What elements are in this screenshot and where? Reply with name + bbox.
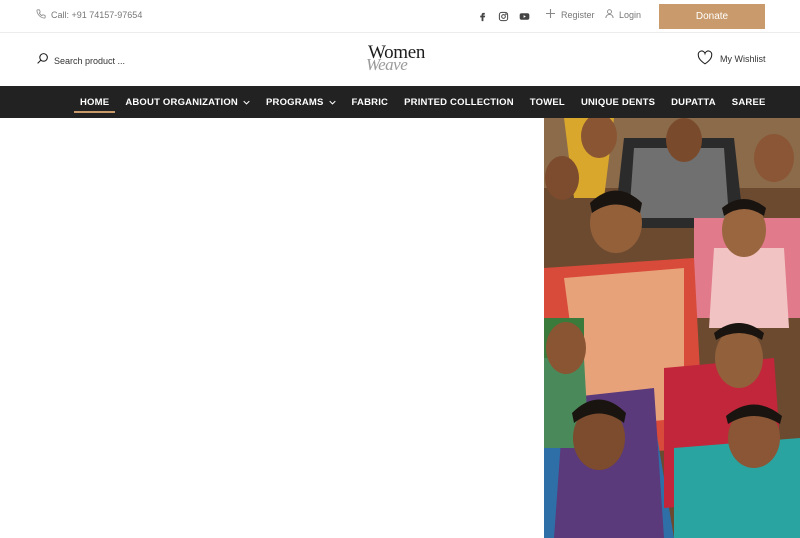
- nav-item-label: PRINTED COLLECTION: [404, 96, 514, 108]
- nav-item-home[interactable]: HOME: [74, 86, 116, 118]
- nav-item-label: DUPATTA: [671, 96, 716, 108]
- heart-icon: [697, 50, 713, 67]
- search-input[interactable]: [54, 56, 164, 66]
- nav-item-about-organization[interactable]: ABOUT ORGANIZATION: [119, 86, 256, 118]
- site-logo[interactable]: Women Weave: [362, 40, 442, 76]
- nav-menu: HOME ABOUT ORGANIZATION PROGRAMS FABRIC PRIN…: [74, 86, 776, 118]
- youtube-icon[interactable]: [518, 10, 530, 22]
- register-label: Register: [561, 9, 595, 20]
- register-link[interactable]: Register: [546, 9, 595, 20]
- call-text: Call: +91 74157-97654: [51, 10, 143, 20]
- nav-item-dupatta[interactable]: DUPATTA: [665, 86, 722, 118]
- donate-button[interactable]: Donate: [659, 4, 765, 29]
- nav-item-unique-dents[interactable]: UNIQUE DENTS: [575, 86, 661, 118]
- top-bar: Call: +91 74157-97654 Register Login Don…: [0, 0, 800, 33]
- nav-item-towel[interactable]: TOWEL: [524, 86, 571, 118]
- main-navigation: HOME ABOUT ORGANIZATION PROGRAMS FABRIC PRIN…: [0, 86, 800, 118]
- nav-item-label: FABRIC: [351, 96, 389, 108]
- phone-icon: [36, 9, 46, 21]
- nav-item-label: PROGRAMS: [265, 96, 324, 108]
- facebook-icon[interactable]: [476, 10, 488, 22]
- social-links: [476, 10, 530, 22]
- nav-item-label: ABOUT ORGANIZATION: [125, 96, 238, 108]
- login-link[interactable]: Login: [605, 9, 641, 20]
- chevron-down-icon: [328, 100, 336, 105]
- login-label: Login: [619, 9, 642, 20]
- search-icon[interactable]: [36, 52, 49, 70]
- nav-item-label: SAREE: [731, 96, 766, 108]
- women-group-photo: [544, 118, 800, 538]
- chevron-down-icon: [243, 100, 250, 105]
- product-search: [36, 52, 164, 70]
- call-info: Call: +91 74157-97654: [36, 9, 142, 21]
- hero-image: [544, 118, 800, 538]
- nav-item-saree[interactable]: SAREE: [726, 86, 772, 118]
- wishlist-label: My Wishlist: [720, 53, 766, 64]
- nav-item-programs[interactable]: PROGRAMS: [260, 86, 342, 118]
- nav-item-label: UNIQUE DENTS: [580, 96, 656, 108]
- instagram-icon[interactable]: [497, 10, 509, 22]
- nav-item-printed-collection[interactable]: PRINTED COLLECTION: [398, 86, 520, 118]
- logo-text-bottom: Weave: [366, 55, 408, 74]
- user-icon: [605, 9, 614, 20]
- nav-item-fabric[interactable]: FABRIC: [346, 86, 395, 118]
- nav-item-label: HOME: [80, 96, 110, 108]
- wishlist-link[interactable]: My Wishlist: [697, 50, 766, 67]
- nav-item-label: TOWEL: [529, 96, 565, 108]
- plus-icon: [546, 9, 555, 20]
